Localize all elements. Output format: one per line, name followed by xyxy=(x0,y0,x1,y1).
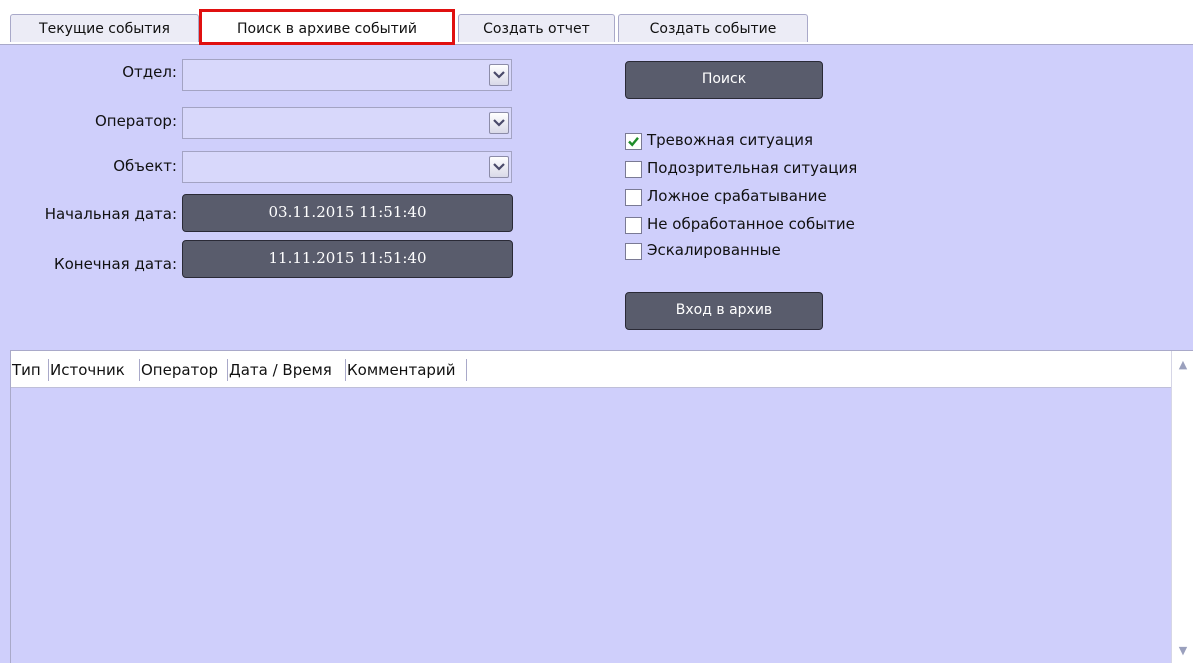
checkbox-box[interactable] xyxy=(625,133,642,150)
column-header-source[interactable]: Источник xyxy=(49,359,140,381)
checkbox-box[interactable] xyxy=(625,161,642,178)
column-header-datetime[interactable]: Дата / Время xyxy=(228,359,346,381)
checkbox-label: Ложное срабатывание xyxy=(647,187,827,205)
start-date-picker[interactable]: 03.11.2015 11:51:40 xyxy=(182,194,513,232)
column-header-operator[interactable]: Оператор xyxy=(140,359,228,381)
checkbox-label: Тревожная ситуация xyxy=(647,131,814,149)
tab-create-report[interactable]: Создать отчет xyxy=(458,14,615,42)
column-header-type[interactable]: Тип xyxy=(11,359,49,381)
checkbox-box[interactable] xyxy=(625,189,642,206)
checkbox-label: Подозрительная ситуация xyxy=(647,159,858,177)
arrow-up-icon[interactable]: ▲ xyxy=(1175,357,1191,373)
events-table: Тип Источник Оператор Дата / Время Комме… xyxy=(10,350,1193,663)
start-date-label: Начальная дата: xyxy=(44,205,177,223)
search-button[interactable]: Поиск xyxy=(625,61,823,99)
tab-bar: Текущие события Поиск в архиве событий С… xyxy=(0,0,1193,45)
object-combo[interactable] xyxy=(182,151,512,183)
chevron-down-icon[interactable] xyxy=(489,112,509,134)
department-combo[interactable] xyxy=(182,59,512,91)
tab-archive-search[interactable]: Поиск в архиве событий xyxy=(199,9,455,45)
tab-create-event[interactable]: Создать событие xyxy=(618,14,808,42)
arrow-down-icon[interactable]: ▼ xyxy=(1175,643,1191,659)
operator-label: Оператор: xyxy=(94,112,177,130)
checkbox-label: Не обработанное событие xyxy=(647,215,855,233)
column-header-comment[interactable]: Комментарий xyxy=(346,359,467,381)
checkbox-box[interactable] xyxy=(625,243,642,260)
checkbox-box[interactable] xyxy=(625,217,642,234)
checkbox-label: Эскалированные xyxy=(647,241,781,259)
end-date-label: Конечная дата: xyxy=(53,255,177,273)
table-vertical-scrollbar[interactable]: ▲ ▼ xyxy=(1171,351,1193,663)
table-header: Тип Источник Оператор Дата / Время Комме… xyxy=(11,351,1171,388)
tab-current-events[interactable]: Текущие события xyxy=(10,14,199,42)
department-label: Отдел: xyxy=(122,63,177,81)
chevron-down-icon[interactable] xyxy=(489,64,509,86)
chevron-down-icon[interactable] xyxy=(489,156,509,178)
enter-archive-button[interactable]: Вход в архив xyxy=(625,292,823,330)
operator-combo[interactable] xyxy=(182,107,512,139)
object-label: Объект: xyxy=(113,157,177,175)
check-icon xyxy=(628,137,639,147)
end-date-picker[interactable]: 11.11.2015 11:51:40 xyxy=(182,240,513,278)
